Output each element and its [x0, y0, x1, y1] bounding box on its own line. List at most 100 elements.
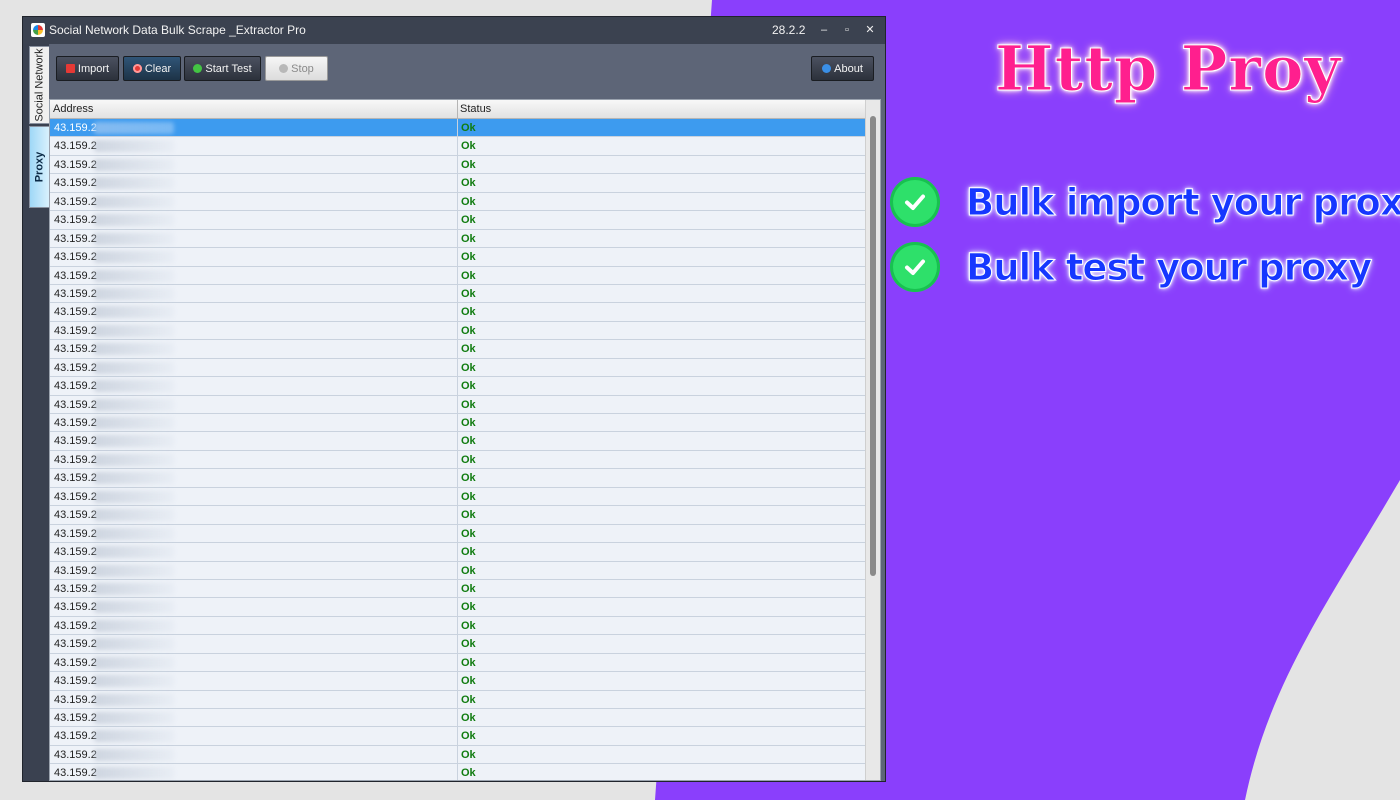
- table-row[interactable]: 43.159.2 Ok: [50, 727, 866, 746]
- redacted-address-part: [94, 269, 174, 282]
- table-row[interactable]: 43.159.2 Ok: [50, 598, 866, 617]
- table-row[interactable]: 43.159.2 Ok: [50, 266, 866, 285]
- column-header-status[interactable]: Status: [460, 103, 491, 115]
- stop-button[interactable]: Stop: [265, 56, 328, 81]
- table-row[interactable]: 43.159.2 Ok: [50, 543, 866, 562]
- table-row[interactable]: 43.159.2 Ok: [50, 450, 866, 470]
- cell-divider: [457, 432, 458, 450]
- table-row[interactable]: 43.159.2 Ok: [50, 284, 866, 304]
- cell-divider: [457, 414, 458, 432]
- cell-status: Ok: [461, 767, 476, 780]
- cell-divider: [457, 137, 458, 155]
- table-row[interactable]: 43.159.2 Ok: [50, 211, 866, 230]
- column-divider[interactable]: [457, 100, 458, 118]
- tab-social-network[interactable]: Social Network: [29, 46, 49, 124]
- cell-address: 43.159.2: [54, 582, 97, 595]
- redacted-address-part: [94, 601, 174, 614]
- cell-status: Ok: [461, 748, 476, 761]
- cell-status: Ok: [461, 417, 476, 429]
- table-row[interactable]: 43.159.2 Ok: [50, 377, 866, 396]
- table-row[interactable]: 43.159.2 Ok: [50, 653, 866, 673]
- side-tab-strip: Social Network Proxy: [23, 44, 49, 781]
- redacted-address-part: [94, 417, 174, 429]
- minimize-button[interactable]: ‒: [813, 19, 835, 41]
- table-row[interactable]: 43.159.2 Ok: [50, 709, 866, 728]
- cell-address: 43.159.2: [54, 564, 97, 577]
- table-row[interactable]: 43.159.2 Ok: [50, 506, 866, 525]
- table-row[interactable]: 43.159.2 Ok: [50, 690, 866, 709]
- table-row[interactable]: 43.159.2 Ok: [50, 487, 866, 507]
- cell-address: 43.159.2: [54, 546, 97, 559]
- table-row[interactable]: 43.159.2 Ok: [50, 155, 866, 175]
- cell-divider: [457, 248, 458, 266]
- table-row[interactable]: 43.159.2 Ok: [50, 764, 866, 780]
- table-row[interactable]: 43.159.2 Ok: [50, 358, 866, 378]
- cell-status: Ok: [461, 582, 476, 595]
- table-row[interactable]: 43.159.2 Ok: [50, 432, 866, 451]
- clear-button[interactable]: Clear: [123, 56, 181, 81]
- table-body: 43.159.2 Ok 43.159.2 Ok 43.159.2 Ok 43.159.2 Ok…: [50, 119, 866, 780]
- table-row[interactable]: 43.159.2 Ok: [50, 192, 866, 212]
- cell-divider: [457, 377, 458, 395]
- table-row[interactable]: 43.159.2 Ok: [50, 137, 866, 156]
- cell-address: 43.159.2: [54, 435, 97, 448]
- promo-title: Http Proy: [994, 32, 1342, 106]
- cell-divider: [457, 487, 458, 506]
- cell-status: Ok: [461, 730, 476, 743]
- cell-address: 43.159.2: [54, 251, 97, 264]
- import-button[interactable]: Import: [56, 56, 119, 81]
- start-test-button-label: Start Test: [205, 62, 252, 75]
- proxy-table[interactable]: Address Status 43.159.2 Ok 43.159.2 Ok 43.15…: [49, 99, 881, 781]
- cell-status: Ok: [461, 638, 476, 651]
- about-button-label: About: [834, 62, 863, 75]
- redacted-address-part: [94, 693, 174, 706]
- table-row[interactable]: 43.159.2 Ok: [50, 395, 866, 414]
- cell-address: 43.159.2: [54, 748, 97, 761]
- tab-proxy[interactable]: Proxy: [29, 126, 49, 208]
- maximize-button[interactable]: ▫: [836, 19, 858, 41]
- cell-status: Ok: [461, 509, 476, 522]
- table-row[interactable]: 43.159.2 Ok: [50, 745, 866, 765]
- title-bar[interactable]: Social Network Data Bulk Scrape _Extract…: [23, 17, 885, 44]
- cell-status: Ok: [461, 546, 476, 559]
- table-row[interactable]: 43.159.2 Ok: [50, 469, 866, 488]
- start-test-button[interactable]: Start Test: [184, 56, 261, 81]
- cell-divider: [457, 450, 458, 469]
- table-row[interactable]: 43.159.2 Ok: [50, 579, 866, 599]
- table-row[interactable]: 43.159.2 Ok: [50, 321, 866, 341]
- cell-address: 43.159.2: [54, 214, 97, 227]
- about-button[interactable]: About: [811, 56, 874, 81]
- cell-status: Ok: [461, 306, 476, 319]
- app-version: 28.2.2: [772, 23, 806, 37]
- scrollbar-thumb[interactable]: [870, 116, 876, 576]
- table-row[interactable]: 43.159.2 Ok: [50, 229, 866, 249]
- table-row[interactable]: 43.159.2 Ok: [50, 672, 866, 691]
- redacted-address-part: [94, 140, 174, 153]
- cell-status: Ok: [461, 472, 476, 485]
- cell-status: Ok: [461, 232, 476, 245]
- stop-button-label: Stop: [291, 62, 314, 75]
- vertical-scrollbar[interactable]: [865, 100, 880, 780]
- table-row[interactable]: 43.159.2 Ok: [50, 414, 866, 433]
- app-window: Social Network Data Bulk Scrape _Extract…: [22, 16, 886, 782]
- cell-status: Ok: [461, 619, 476, 632]
- cell-address: 43.159.2: [54, 472, 97, 485]
- import-button-label: Import: [77, 62, 110, 75]
- column-header-address[interactable]: Address: [53, 103, 93, 115]
- table-row[interactable]: 43.159.2 Ok: [50, 303, 866, 322]
- table-row[interactable]: 43.159.2 Ok: [50, 340, 866, 359]
- cell-divider: [457, 616, 458, 635]
- table-row[interactable]: 43.159.2 Ok: [50, 635, 866, 654]
- import-icon: [65, 64, 75, 73]
- table-row[interactable]: 43.159.2 Ok: [50, 616, 866, 636]
- redacted-address-part: [94, 730, 174, 743]
- table-row[interactable]: 43.159.2 Ok: [50, 524, 866, 544]
- table-row[interactable]: 43.159.2 Ok: [50, 561, 866, 580]
- table-row[interactable]: 43.159.2 Ok: [50, 119, 866, 138]
- proxy-panel: Import Clear Start Test Stop About Addre…: [49, 44, 885, 781]
- table-row[interactable]: 43.159.2 Ok: [50, 174, 866, 193]
- close-button[interactable]: ✕: [859, 19, 881, 41]
- cell-address: 43.159.2: [54, 490, 97, 503]
- table-row[interactable]: 43.159.2 Ok: [50, 248, 866, 267]
- redacted-address-part: [94, 619, 174, 632]
